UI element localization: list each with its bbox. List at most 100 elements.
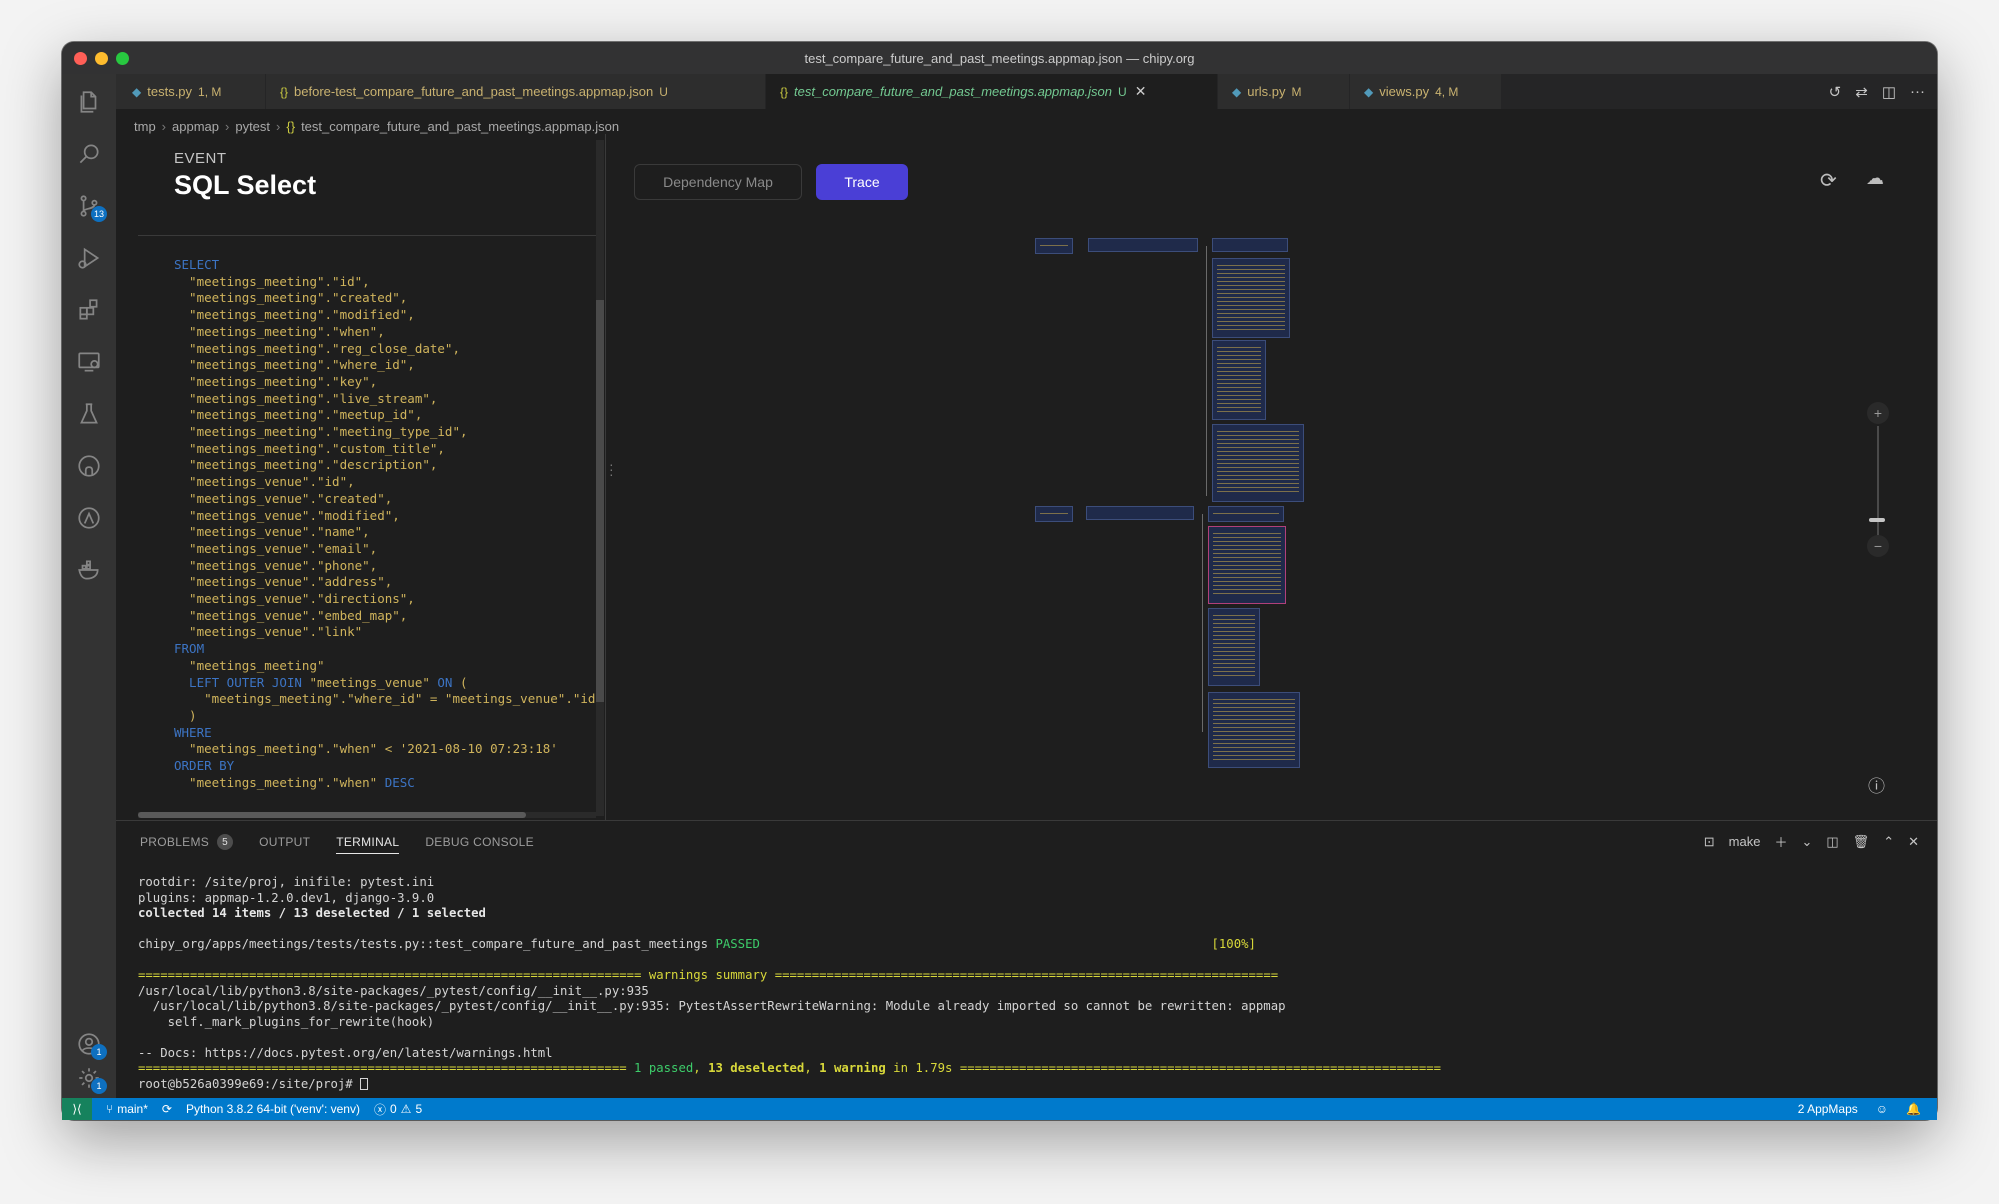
trace-node[interactable] — [1212, 258, 1290, 338]
split-terminal-icon[interactable]: ◫ — [1826, 834, 1838, 850]
timeline-icon[interactable]: ↺ — [1829, 83, 1842, 101]
maximize-panel-icon[interactable]: ⌃ — [1883, 834, 1894, 850]
sql-text: "meetings_meeting"."meetup_id", — [174, 407, 423, 423]
tab-urls-py[interactable]: ◆ urls.py M — [1218, 74, 1350, 109]
testing-icon[interactable] — [71, 396, 107, 432]
terminal-prompt: root@b526a0399e69:/site/proj# — [138, 1076, 361, 1091]
tab-label: PROBLEMS — [140, 835, 210, 849]
tab-test-appmap-json[interactable]: {} test_compare_future_and_past_meetings… — [766, 74, 1218, 109]
dependency-map-tab[interactable]: Dependency Map — [634, 164, 802, 200]
source-control-icon[interactable]: 13 — [71, 188, 107, 224]
chevron-down-icon[interactable]: ⌄ — [1801, 834, 1812, 850]
sql-line: "meetings_meeting"."meeting_type_id", — [174, 424, 598, 441]
trace-node[interactable] — [1086, 506, 1194, 520]
breadcrumb-item[interactable]: appmap — [172, 119, 219, 134]
panel-splitter[interactable] — [605, 134, 606, 820]
close-window-button[interactable] — [74, 52, 87, 65]
github-icon[interactable] — [71, 448, 107, 484]
remote-indicator-icon[interactable]: ⟩⟨ — [62, 1098, 92, 1120]
appmaps-count[interactable]: 2 AppMaps — [1798, 1102, 1858, 1116]
info-icon[interactable]: ⓘ — [1868, 772, 1885, 797]
appmap-icon[interactable] — [71, 500, 107, 536]
sql-line: "meetings_venue"."id", — [174, 474, 598, 491]
explorer-icon[interactable] — [71, 84, 107, 120]
zoom-window-button[interactable] — [116, 52, 129, 65]
trace-node[interactable] — [1035, 506, 1073, 522]
trace-node[interactable] — [1212, 340, 1266, 420]
remote-explorer-icon[interactable] — [71, 344, 107, 380]
sql-line: ORDER BY — [174, 758, 598, 775]
problems-indicator[interactable]: ⓧ 0 ⚠ 5 — [374, 1101, 422, 1118]
terminal-warnings-title: warnings summary — [648, 968, 768, 982]
terminal-task-select[interactable]: make — [1729, 834, 1761, 849]
trace-node[interactable] — [1088, 238, 1198, 252]
sql-keyword: FROM — [174, 641, 205, 657]
trace-node[interactable] — [1208, 506, 1284, 522]
trace-node[interactable] — [1208, 692, 1300, 768]
tab-output[interactable]: OUTPUT — [259, 830, 310, 854]
trace-node[interactable] — [1212, 238, 1288, 252]
sql-line: "meetings_meeting"."when" < '2021-08-10 … — [174, 741, 598, 758]
tab-terminal[interactable]: TERMINAL — [336, 830, 400, 854]
git-branch-icon: ⑂ — [106, 1102, 114, 1116]
close-panel-icon[interactable]: ✕ — [1908, 834, 1919, 850]
sql-text: ( — [452, 674, 468, 690]
settings-gear-icon[interactable]: 1 — [71, 1060, 107, 1096]
close-icon[interactable]: ✕ — [1135, 83, 1147, 100]
sql-line: SELECT — [174, 257, 598, 274]
zoom-slider-track[interactable] — [1877, 426, 1879, 542]
trash-icon[interactable]: 🗑 — [1853, 834, 1870, 850]
sql-text: "meetings_venue"."name", — [174, 524, 370, 540]
refresh-icon[interactable]: ⟳ — [1820, 168, 1837, 193]
trace-tab[interactable]: Trace — [816, 164, 908, 200]
sql-keyword: LEFT OUTER JOIN — [174, 674, 302, 690]
breadcrumb-item[interactable]: test_compare_future_and_past_meetings.ap… — [301, 119, 619, 134]
split-editor-icon[interactable]: ◫ — [1882, 83, 1896, 101]
trace-node-selected[interactable] — [1208, 526, 1286, 604]
trace-node[interactable] — [1035, 238, 1073, 254]
docker-icon[interactable] — [71, 552, 107, 588]
tab-before-appmap-json[interactable]: {} before-test_compare_future_and_past_m… — [266, 74, 766, 109]
run-debug-icon[interactable] — [71, 240, 107, 276]
branch-indicator[interactable]: ⑂ main* — [106, 1102, 148, 1116]
trace-node[interactable] — [1208, 608, 1260, 686]
sql-line: "meetings_venue"."address", — [174, 574, 598, 591]
python-icon: ◆ — [1364, 84, 1374, 99]
minimize-window-button[interactable] — [95, 52, 108, 65]
tab-views-py[interactable]: ◆ views.py 4, M — [1350, 74, 1502, 109]
tab-status: M — [1291, 84, 1302, 99]
sql-text: "meetings_meeting"."where_id" = "meeting… — [174, 691, 598, 707]
breadcrumb-item[interactable]: pytest — [235, 119, 270, 134]
feedback-icon[interactable]: ☺ — [1876, 1102, 1888, 1116]
python-interpreter[interactable]: Python 3.8.2 64-bit ('venv': venv) — [186, 1102, 360, 1116]
event-panel-scrollbar[interactable] — [596, 300, 604, 702]
notifications-bell-icon[interactable]: 🔔 — [1906, 1102, 1921, 1116]
zoom-in-button[interactable]: + — [1867, 402, 1889, 424]
json-icon: {} — [780, 84, 789, 99]
splitter-grip-icon[interactable]: · · · — [609, 457, 614, 481]
zoom-out-button[interactable]: − — [1867, 535, 1889, 557]
sql-line: "meetings_meeting"."id", — [174, 274, 598, 291]
tab-tests-py[interactable]: ◆ tests.py 1, M — [116, 74, 266, 109]
zoom-slider-handle[interactable] — [1869, 518, 1885, 522]
search-icon[interactable] — [71, 136, 107, 172]
accounts-icon[interactable]: 1 — [71, 1026, 107, 1062]
sql-hscroll[interactable] — [138, 812, 526, 818]
cloud-upload-icon[interactable]: ☁ — [1866, 168, 1884, 189]
sync-icon[interactable]: ⟳ — [162, 1102, 172, 1116]
extensions-icon[interactable] — [71, 292, 107, 328]
new-terminal-icon[interactable]: ＋ — [1774, 832, 1787, 851]
trace-node[interactable] — [1212, 424, 1304, 502]
tab-debug-console[interactable]: DEBUG CONSOLE — [425, 830, 534, 854]
tab-problems[interactable]: PROBLEMS 5 — [140, 830, 234, 854]
terminal-output[interactable]: rootdir: /site/proj, inifile: pytest.ini… — [138, 875, 1918, 1095]
breadcrumb-item[interactable]: tmp — [134, 119, 156, 134]
sql-line: "meetings_venue"."created", — [174, 491, 598, 508]
more-actions-icon[interactable]: ··· — [1910, 83, 1925, 100]
terminal-line: /usr/local/lib/python3.8/site-packages/_… — [138, 999, 1286, 1013]
sql-line: "meetings_venue"."phone", — [174, 558, 598, 575]
warning-icon: ⚠ — [400, 1102, 412, 1116]
terminal-test-path: chipy_org/apps/meetings/tests/tests.py::… — [138, 937, 716, 951]
terminal-warning-count: 1 warning — [819, 1061, 886, 1075]
compare-changes-icon[interactable]: ⇄ — [1855, 83, 1868, 101]
